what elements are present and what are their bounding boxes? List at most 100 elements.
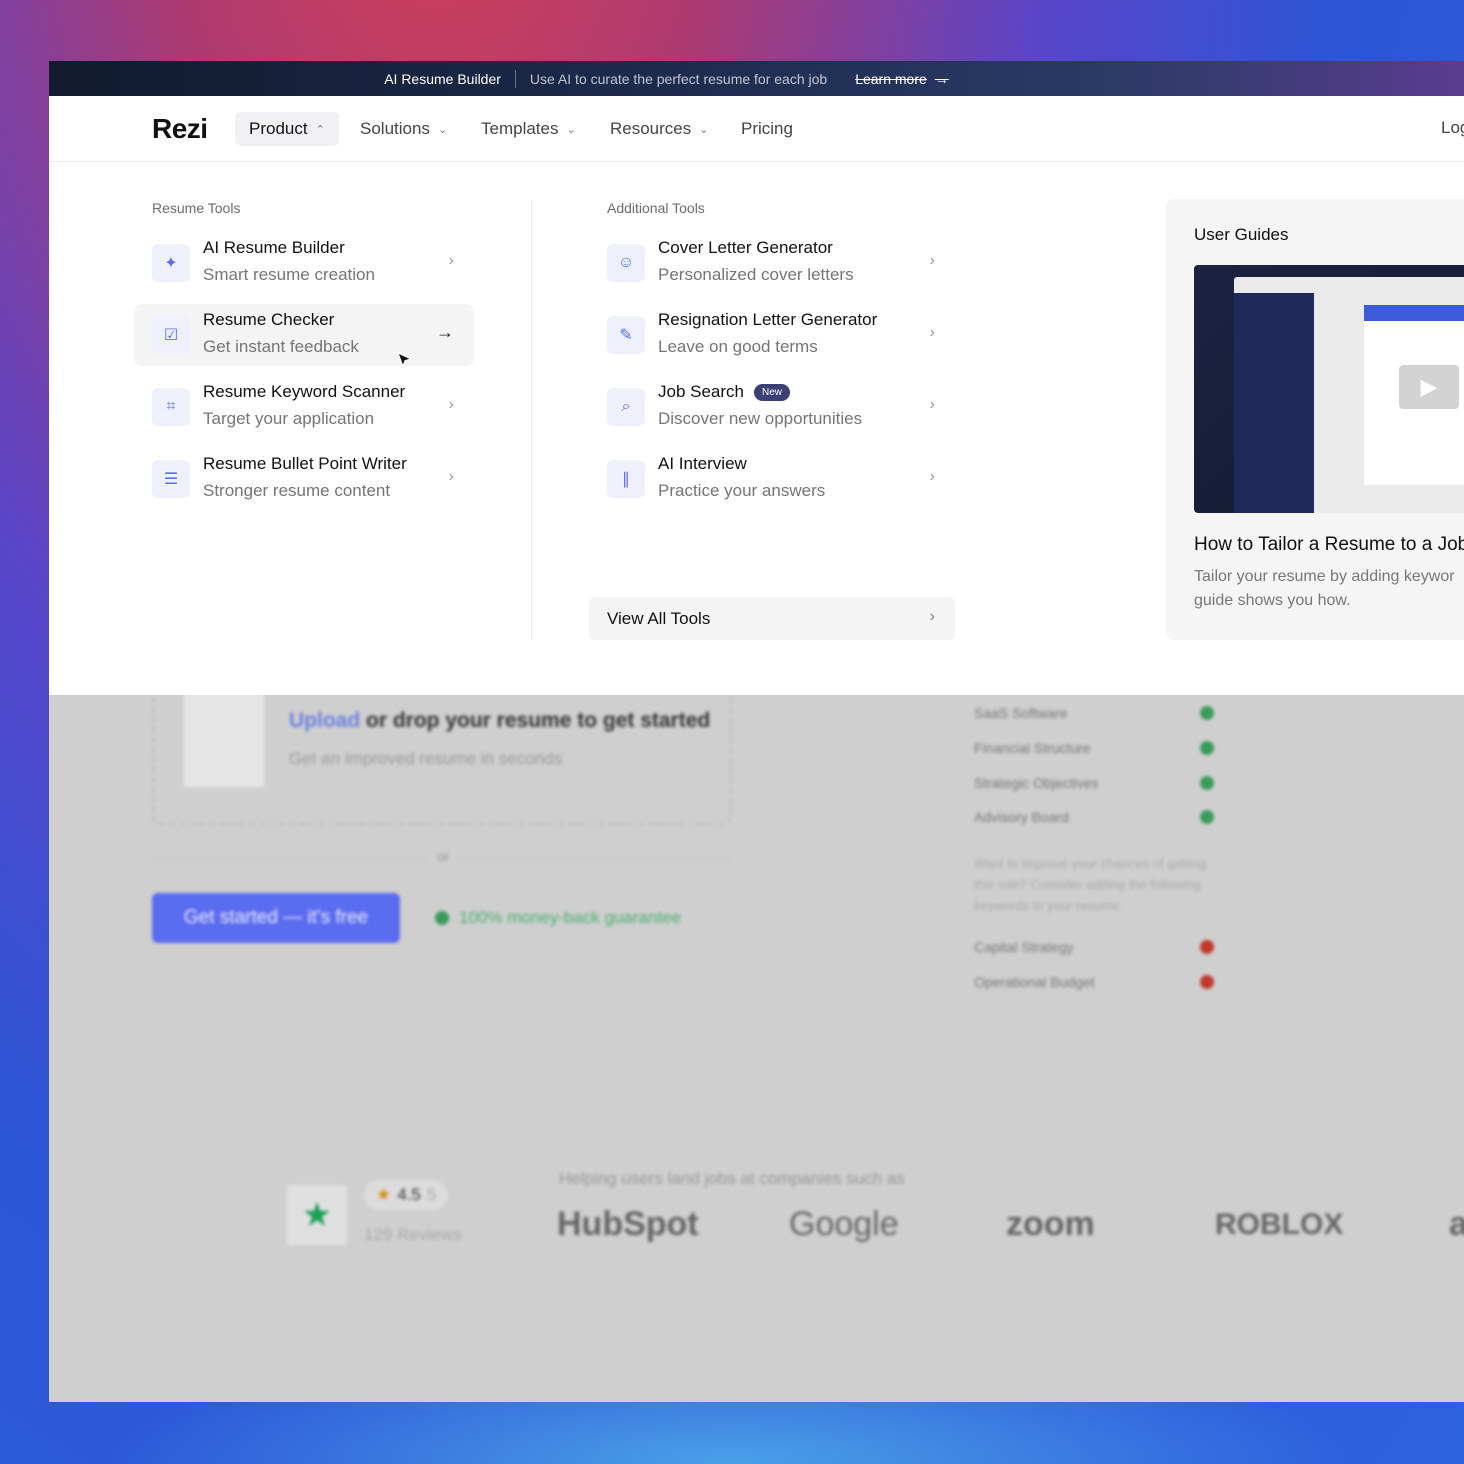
chevron-down-icon: ⌄ (437, 123, 448, 136)
tool-title: Resignation Letter Generator (658, 310, 878, 329)
arrow-right-icon: → (934, 70, 949, 87)
tool-resume-keyword-scanner[interactable]: ⌗ Resume Keyword Scanner Target your app… (134, 376, 474, 438)
view-all-tools-button[interactable]: View All Tools › (589, 597, 955, 640)
keyword-note: Want to improve your chances of getting … (974, 856, 1207, 913)
login-link[interactable]: Log (1441, 118, 1464, 138)
tool-resume-bullet-point-writer[interactable]: ☰ Resume Bullet Point Writer Stronger re… (134, 448, 474, 510)
keyword-label: Advisory Board (974, 809, 1069, 825)
nav-resources-label: Resources (610, 119, 692, 138)
user-guides-heading: User Guides (1194, 225, 1289, 244)
nav-resources[interactable]: Resources ⌄ (596, 112, 722, 146)
tool-title-text: Job Search (658, 382, 744, 401)
guide-title[interactable]: How to Tailor a Resume to a Job (1194, 534, 1464, 556)
product-dropdown: Resume Tools Additional Tools ✦ AI Resum… (49, 162, 1464, 695)
money-back-guarantee: 100% money-back guarantee (435, 908, 681, 928)
check-icon (1200, 810, 1214, 824)
guide-video-thumbnail[interactable]: ▶ (1194, 265, 1464, 513)
tool-job-search[interactable]: ⌕ Job Search New Discover new opportunit… (589, 376, 955, 438)
announcement-description: Use AI to curate the perfect resume for … (529, 70, 828, 87)
rezi-logo[interactable]: Rezi (152, 113, 208, 145)
nav-product-label: Product (249, 119, 308, 138)
keyword-card: SaaS Software Financial Structure Strate… (959, 695, 1219, 1015)
announcement-divider (514, 69, 516, 88)
additional-tools-heading: Additional Tools (607, 200, 705, 216)
announcement-bar: AI Resume Builder Use AI to curate the p… (49, 61, 1464, 96)
upload-title: Upload or drop your resume to get starte… (289, 709, 710, 733)
rating-outof: 5 (426, 1185, 437, 1204)
nav-product[interactable]: Product ⌃ (235, 112, 339, 146)
chevron-right-icon: › (448, 396, 454, 413)
rating-pill: ★ 4.5 5 (364, 1180, 449, 1210)
learn-more-label: Learn more (855, 70, 927, 87)
chevron-right-icon: › (929, 252, 935, 269)
column-divider (531, 200, 532, 640)
keyword-label: SaaS Software (974, 705, 1068, 721)
tool-title: AI Resume Builder (203, 238, 345, 257)
view-all-label: View All Tools (607, 609, 711, 628)
tool-title: AI Interview (658, 454, 747, 473)
nav-solutions[interactable]: Solutions ⌄ (346, 112, 461, 146)
tool-title: Resume Checker (203, 310, 335, 329)
upload-dropzone[interactable]: Upload or drop your resume to get starte… (152, 685, 732, 825)
keyword-label: Operational Budget (974, 974, 1095, 990)
get-started-button[interactable]: Get started — it's free (152, 893, 400, 943)
nav-pricing[interactable]: Pricing (727, 112, 807, 146)
portrait-sparkle-icon: ☺ (607, 244, 645, 282)
document-edit-icon: ✎ (607, 316, 645, 354)
tool-ai-interview[interactable]: ∥ AI Interview Practice your answers › (589, 448, 955, 510)
tool-subtitle: Target your application (203, 409, 375, 428)
tool-title: Resume Keyword Scanner (203, 382, 406, 401)
user-guides-card: User Guides ▶ How to Tailor a Resume to … (1166, 199, 1464, 640)
chevron-up-icon: ⌃ (315, 123, 325, 136)
chevron-down-icon: ⌄ (699, 123, 709, 136)
arrow-right-icon: → (436, 322, 454, 342)
learn-more-link[interactable]: Learn more → (855, 71, 949, 87)
browser-window: AI Resume Builder Use AI to curate the p… (49, 61, 1464, 1402)
rating-value: 4.5 (397, 1185, 421, 1204)
roblox-logo: ROBLOX (1215, 1208, 1344, 1241)
keyword-row: Strategic Objectives (974, 775, 1214, 791)
reviews-count: 129 Reviews (364, 1225, 462, 1244)
audio-wave-icon: ∥ (607, 460, 645, 498)
bullet-list-icon: ☰ (152, 460, 190, 498)
tool-subtitle: Stronger resume content (203, 481, 391, 500)
tool-subtitle: Leave on good terms (658, 337, 818, 356)
upload-subtitle: Get an improved resume in seconds (289, 749, 563, 768)
zoom-logo: zoom (1006, 1205, 1095, 1243)
guide-description-line: guide shows you how. (1194, 592, 1351, 609)
tool-subtitle: Personalized cover letters (658, 265, 854, 284)
google-logo: Google (789, 1205, 899, 1243)
tool-resignation-letter-generator[interactable]: ✎ Resignation Letter Generator Leave on … (589, 304, 955, 366)
nav-templates-label: Templates (481, 119, 559, 138)
tool-subtitle: Discover new opportunities (658, 409, 863, 428)
chevron-right-icon: › (929, 608, 935, 625)
keyword-row: SaaS Software (974, 705, 1214, 721)
star-icon: ★ (376, 1185, 392, 1204)
x-icon (1200, 940, 1214, 954)
check-icon (1200, 776, 1214, 790)
tool-cover-letter-generator[interactable]: ☺ Cover Letter Generator Personalized co… (589, 232, 955, 294)
or-label: or (429, 848, 458, 864)
hubspot-logo: HubSpot (557, 1205, 699, 1243)
keyword-label: Financial Structure (974, 740, 1091, 756)
tool-resume-checker[interactable]: ☑ Resume Checker Get instant feedback → (134, 304, 474, 366)
tool-ai-resume-builder[interactable]: ✦ AI Resume Builder Smart resume creatio… (134, 232, 474, 294)
chevron-right-icon: › (929, 468, 935, 485)
upload-title-rest: or drop your resume to get started (360, 709, 711, 732)
x-icon (1200, 975, 1214, 989)
upload-link[interactable]: Upload (289, 709, 360, 732)
screenshot-panel-header (1364, 305, 1464, 321)
nav-templates[interactable]: Templates ⌄ (467, 112, 590, 146)
new-badge: New (754, 383, 791, 401)
check-icon (1200, 741, 1214, 755)
keyword-label: Capital Strategy (974, 939, 1074, 955)
resume-thumbnail (184, 687, 264, 787)
tool-title: Resume Bullet Point Writer (203, 454, 407, 473)
shield-check-icon (435, 911, 449, 925)
checklist-icon: ☑ (152, 316, 190, 354)
page-content-blurred: Upload or drop your resume to get starte… (49, 685, 1464, 1402)
guide-description: Tailor your resume by adding keywor guid… (1194, 565, 1464, 613)
sparkle-list-icon: ✦ (152, 244, 190, 282)
play-icon[interactable]: ▶ (1399, 365, 1459, 409)
mouse-cursor-icon (397, 352, 413, 368)
